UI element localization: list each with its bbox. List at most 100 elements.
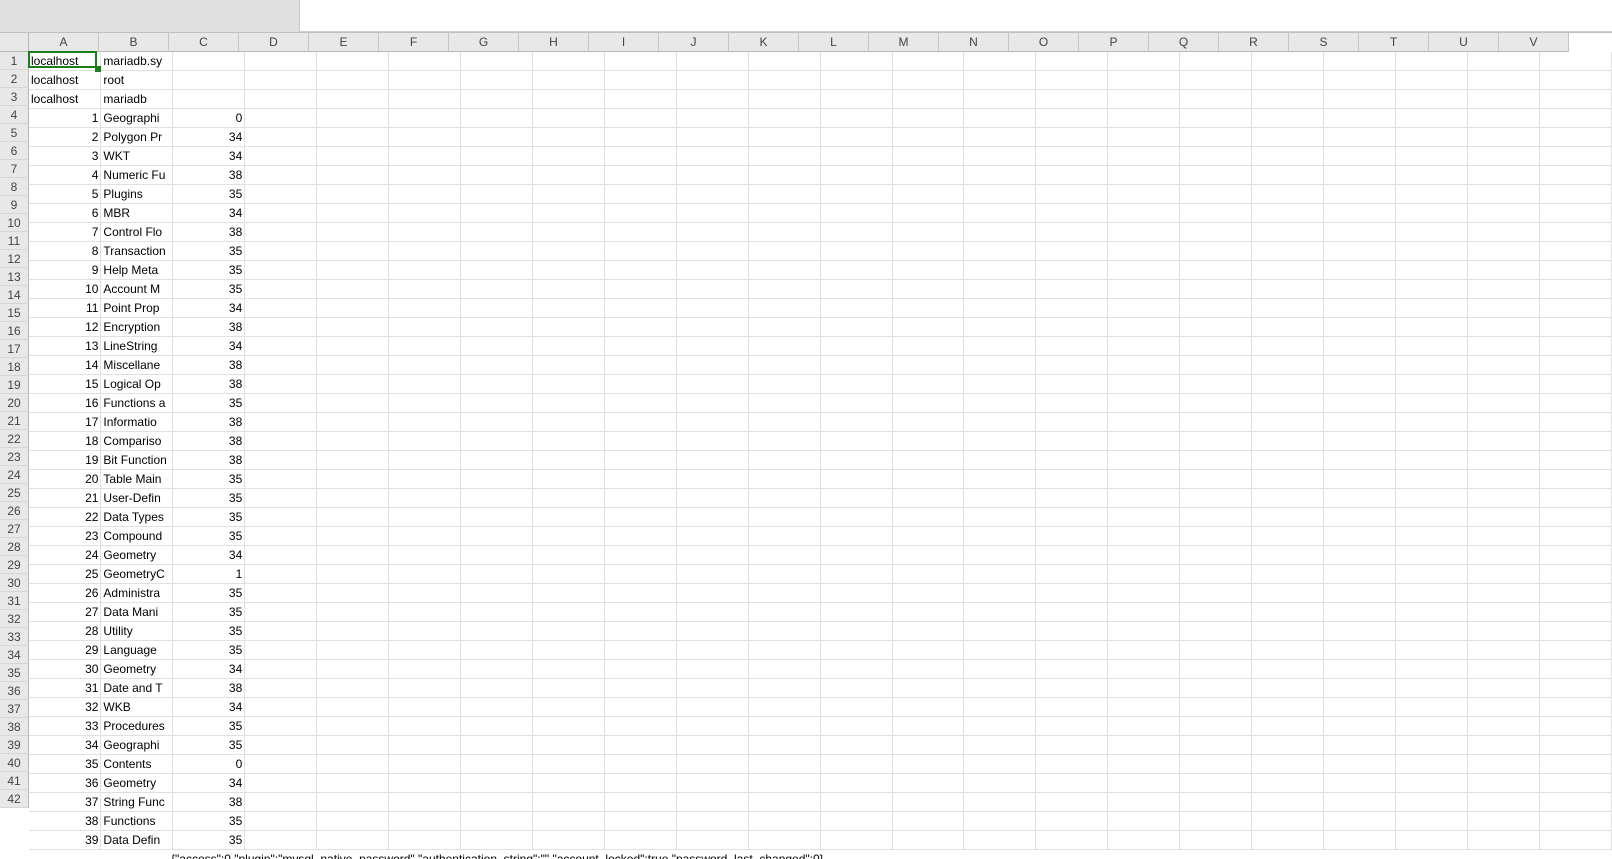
cell[interactable] [1036,337,1108,356]
cell[interactable] [1108,508,1180,527]
cell[interactable]: 23 [29,527,101,546]
cell[interactable] [1252,508,1324,527]
cell[interactable] [317,451,389,470]
cell[interactable]: 34 [173,774,245,793]
cell[interactable]: 6 [29,204,101,223]
cell[interactable] [1180,413,1252,432]
cell[interactable] [604,147,676,166]
cell[interactable] [461,641,533,660]
row-header[interactable]: 12 [0,250,29,268]
row-header[interactable]: 23 [0,448,29,466]
cell[interactable]: 34 [173,299,245,318]
cell[interactable] [964,356,1036,375]
cell[interactable] [1467,318,1539,337]
cell[interactable] [461,432,533,451]
cell[interactable]: Data Mani [101,603,173,622]
cell[interactable] [676,204,748,223]
cell[interactable] [1036,451,1108,470]
cell[interactable] [892,546,964,565]
cell[interactable] [245,508,317,527]
cell[interactable] [1108,527,1180,546]
cell[interactable] [173,71,245,90]
cell[interactable] [964,489,1036,508]
cell[interactable] [1252,831,1324,850]
cell[interactable]: 35 [173,261,245,280]
cell[interactable] [245,337,317,356]
cell[interactable]: Transaction [101,242,173,261]
cell[interactable] [461,565,533,584]
cell[interactable]: 35 [173,280,245,299]
cell[interactable] [317,318,389,337]
cell[interactable] [1539,280,1611,299]
cell[interactable] [1108,451,1180,470]
cell[interactable] [820,432,892,451]
cell[interactable] [1539,603,1611,622]
cell[interactable] [964,375,1036,394]
cell[interactable] [1539,489,1611,508]
cell[interactable] [1108,793,1180,812]
cell[interactable] [317,717,389,736]
cell[interactable] [964,128,1036,147]
cell[interactable]: localhost [29,71,101,90]
cell[interactable] [676,242,748,261]
cell[interactable]: mariadb [101,90,173,109]
cell[interactable] [1324,451,1396,470]
cell[interactable] [1324,375,1396,394]
cell[interactable] [676,90,748,109]
cell[interactable]: 38 [173,413,245,432]
cell[interactable] [317,223,389,242]
cell[interactable] [1396,622,1468,641]
cell[interactable] [389,394,461,413]
cell[interactable] [1180,128,1252,147]
cell[interactable] [820,394,892,413]
row-header[interactable]: 36 [0,682,29,700]
cell[interactable] [461,831,533,850]
cell[interactable] [892,299,964,318]
cell[interactable] [1539,413,1611,432]
cell[interactable] [1252,603,1324,622]
cell[interactable] [820,755,892,774]
cell[interactable] [1539,375,1611,394]
cell[interactable] [1467,375,1539,394]
cell[interactable] [1324,261,1396,280]
cell[interactable] [1180,508,1252,527]
cell[interactable] [245,831,317,850]
cell[interactable] [892,394,964,413]
cell[interactable] [1180,432,1252,451]
cell[interactable] [748,546,820,565]
cell[interactable] [1396,698,1468,717]
cell[interactable] [1036,204,1108,223]
cell[interactable] [820,717,892,736]
cell[interactable] [1108,337,1180,356]
cell[interactable] [532,394,604,413]
cell[interactable]: Account M [101,280,173,299]
cell[interactable] [1108,641,1180,660]
cell[interactable] [1036,717,1108,736]
cell[interactable] [245,432,317,451]
cell[interactable] [820,489,892,508]
cell[interactable] [1180,337,1252,356]
cell[interactable] [532,793,604,812]
cell[interactable] [604,641,676,660]
cell[interactable] [1539,736,1611,755]
cell[interactable] [317,337,389,356]
cell[interactable]: 34 [29,736,101,755]
cell[interactable] [317,242,389,261]
cell[interactable]: 35 [173,508,245,527]
column-header[interactable]: N [939,33,1009,52]
cell[interactable]: Point Prop [101,299,173,318]
cell[interactable] [820,546,892,565]
cell[interactable] [1180,660,1252,679]
cell[interactable]: 28 [29,622,101,641]
cell[interactable] [532,128,604,147]
cell[interactable] [676,375,748,394]
cell[interactable] [1467,755,1539,774]
cell[interactable]: 35 [29,755,101,774]
cell[interactable] [1036,641,1108,660]
cell[interactable] [389,565,461,584]
cell[interactable] [1539,698,1611,717]
cell[interactable] [1539,641,1611,660]
cell[interactable]: 38 [173,793,245,812]
cell[interactable] [892,242,964,261]
cell[interactable] [1180,717,1252,736]
